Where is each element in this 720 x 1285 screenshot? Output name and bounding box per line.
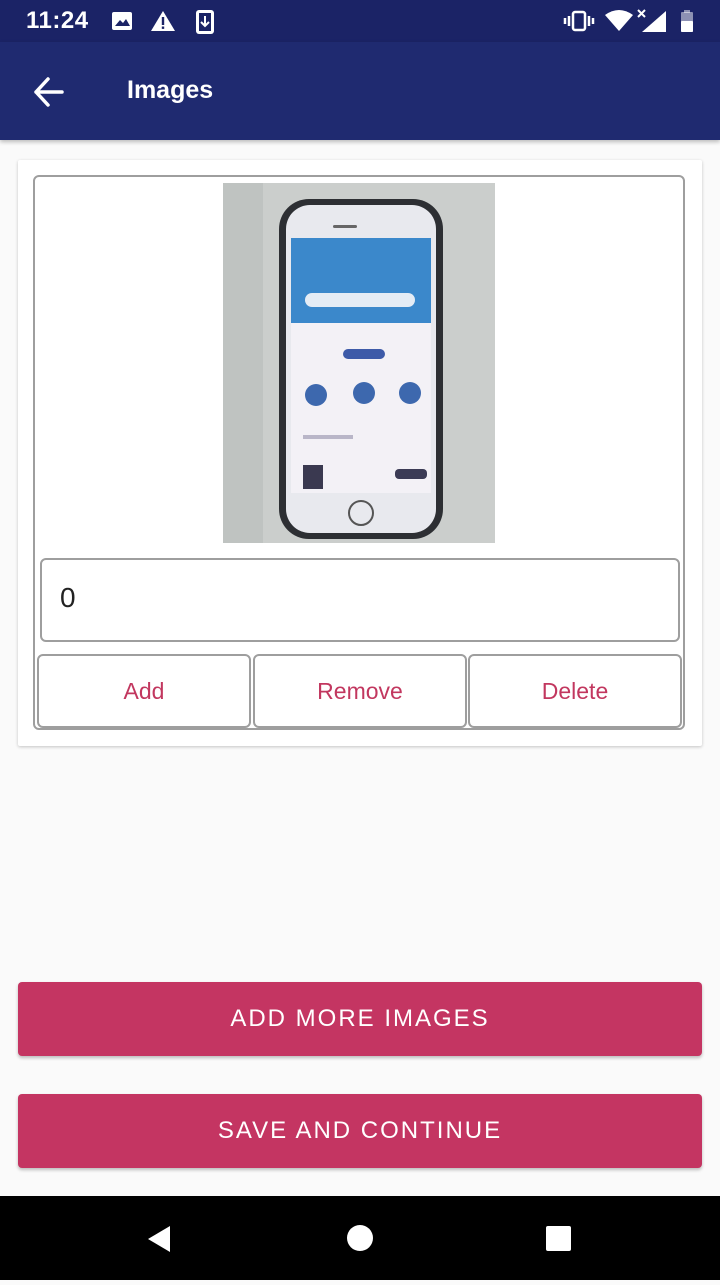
warning-icon	[151, 11, 175, 31]
signal-icon	[637, 9, 666, 32]
nav-back-button[interactable]	[110, 1196, 210, 1280]
remove-button[interactable]: Remove	[253, 654, 467, 728]
recents-icon	[546, 1226, 571, 1251]
back-button[interactable]	[22, 67, 76, 117]
status-time: 11:24	[26, 7, 89, 34]
add-more-images-button[interactable]: ADD MORE IMAGES	[18, 982, 702, 1056]
image-caption-field[interactable]: 0	[40, 558, 680, 642]
arrow-left-icon	[34, 77, 64, 107]
image-actions: Add Remove Delete	[37, 654, 683, 728]
system-nav-bar	[0, 1196, 720, 1280]
delete-button[interactable]: Delete	[468, 654, 682, 728]
back-icon	[148, 1226, 170, 1252]
add-button[interactable]: Add	[37, 654, 251, 728]
home-icon	[347, 1225, 373, 1251]
image-thumbnail[interactable]	[223, 183, 495, 543]
image-card: 0 Add Remove Delete	[18, 160, 702, 746]
vibrate-icon	[563, 10, 595, 32]
status-bar: 11:24	[0, 0, 720, 42]
nav-home-button[interactable]	[310, 1196, 410, 1280]
page-title: Images	[127, 76, 214, 104]
wifi-icon	[605, 10, 633, 31]
image-item: 0 Add Remove Delete	[33, 175, 685, 730]
phone-photo	[223, 183, 495, 543]
app-bar: Images	[0, 42, 720, 140]
battery-icon	[681, 10, 693, 32]
nav-recents-button[interactable]	[508, 1196, 608, 1280]
save-and-continue-button[interactable]: SAVE AND CONTINUE	[18, 1094, 702, 1168]
image-icon	[112, 12, 132, 30]
download-icon	[196, 10, 214, 34]
